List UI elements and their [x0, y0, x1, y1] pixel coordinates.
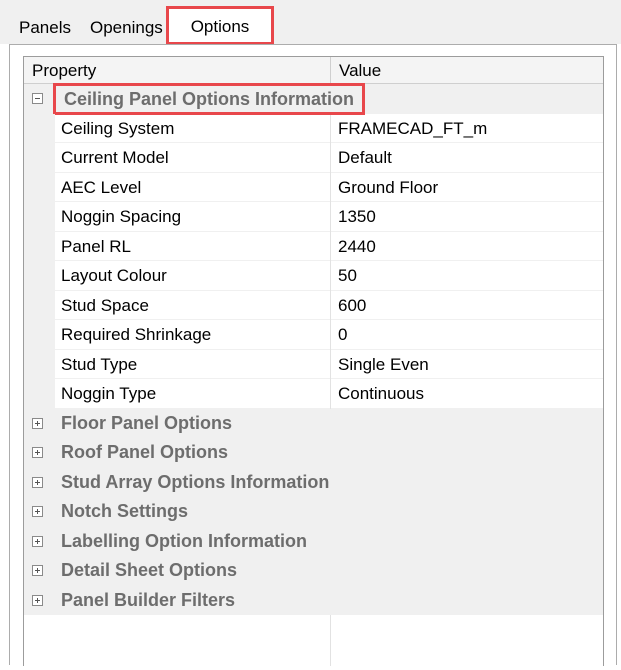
property-row-current-model[interactable]: Current Model Default — [24, 143, 603, 173]
property-name: Stud Space — [55, 291, 330, 320]
property-value[interactable]: 50 — [331, 261, 603, 291]
tab-panels[interactable]: Panels — [14, 13, 76, 42]
property-value[interactable]: 1350 — [331, 202, 603, 232]
property-row-layout-colour[interactable]: Layout Colour 50 — [24, 261, 603, 291]
category-labelling-option[interactable]: Labelling Option Information — [24, 526, 603, 556]
property-name: Panel RL — [55, 232, 330, 261]
property-row-stud-space[interactable]: Stud Space 600 — [24, 290, 603, 320]
row-gutter — [24, 172, 55, 202]
category-ceiling-panel-options[interactable]: Ceiling Panel Options Information — [24, 83, 603, 115]
property-name: Noggin Type — [55, 379, 330, 409]
category-title: Detail Sheet Options — [61, 560, 238, 580]
row-gutter — [24, 290, 55, 320]
property-value[interactable]: Continuous — [331, 379, 603, 409]
property-value[interactable]: Single Even — [331, 350, 603, 379]
property-grid: Property Value Ceiling Panel Options Inf… — [23, 56, 604, 666]
property-column-header[interactable]: Property — [32, 61, 96, 81]
category-roof-panel-options[interactable]: Roof Panel Options — [24, 438, 603, 468]
category-title: Notch Settings — [61, 501, 189, 521]
category-title: Panel Builder Filters — [61, 589, 236, 610]
property-name: Stud Type — [55, 350, 330, 379]
property-row-required-shrinkage[interactable]: Required Shrinkage 0 — [24, 320, 603, 350]
collapse-minus-icon[interactable] — [32, 93, 43, 104]
header-column-splitter[interactable] — [330, 57, 331, 84]
tab-strip: Panels Openings Options — [0, 0, 621, 45]
category-notch-settings[interactable]: Notch Settings — [24, 497, 603, 527]
property-name: Noggin Spacing — [55, 202, 330, 232]
property-value[interactable]: 0 — [331, 320, 603, 350]
property-name: AEC Level — [55, 173, 330, 202]
category-title: Floor Panel Options — [61, 412, 233, 433]
property-value[interactable]: 600 — [331, 291, 603, 320]
category-title: Roof Panel Options — [61, 442, 229, 462]
category-stud-array-options[interactable]: Stud Array Options Information — [24, 467, 603, 497]
category-title: Ceiling Panel Options Information — [53, 83, 366, 115]
row-gutter — [24, 202, 55, 232]
category-floor-panel-options[interactable]: Floor Panel Options — [24, 408, 603, 438]
grid-header: Property Value — [24, 57, 603, 84]
property-row-aec-level[interactable]: AEC Level Ground Floor — [24, 172, 603, 202]
grid-empty-area — [24, 640, 603, 670]
category-detail-sheet-options[interactable]: Detail Sheet Options — [24, 556, 603, 586]
property-value[interactable]: Ground Floor — [331, 173, 603, 202]
property-value[interactable]: 2440 — [331, 232, 603, 261]
tab-openings[interactable]: Openings — [85, 13, 168, 42]
category-panel-builder-filters[interactable]: Panel Builder Filters — [24, 585, 603, 615]
expand-plus-icon[interactable] — [32, 565, 43, 576]
row-gutter — [24, 261, 55, 291]
property-row-ceiling-system[interactable]: Ceiling System FRAMECAD_FT_m — [24, 113, 603, 143]
property-name: Current Model — [55, 143, 330, 173]
row-gutter — [24, 349, 55, 379]
property-row-stud-type[interactable]: Stud Type Single Even — [24, 349, 603, 379]
row-gutter — [24, 320, 55, 350]
tab-options[interactable]: Options — [166, 6, 274, 45]
property-value[interactable]: FRAMECAD_FT_m — [331, 114, 603, 143]
value-column-header[interactable]: Value — [339, 61, 381, 81]
category-title: Stud Array Options Information — [61, 471, 330, 492]
row-gutter — [24, 143, 55, 173]
expand-plus-icon[interactable] — [32, 594, 43, 606]
options-tab-panel: Property Value Ceiling Panel Options Inf… — [9, 44, 617, 666]
row-gutter — [24, 231, 55, 261]
property-row-noggin-type[interactable]: Noggin Type Continuous — [24, 379, 603, 409]
property-row-panel-rl[interactable]: Panel RL 2440 — [24, 231, 603, 261]
expand-plus-icon[interactable] — [32, 447, 43, 458]
property-name: Required Shrinkage — [55, 320, 330, 350]
property-value[interactable]: Default — [331, 143, 603, 173]
category-title: Labelling Option Information — [61, 530, 307, 551]
row-gutter — [24, 113, 55, 143]
expand-plus-icon[interactable] — [32, 506, 43, 517]
expand-plus-icon[interactable] — [32, 476, 43, 488]
property-row-noggin-spacing[interactable]: Noggin Spacing 1350 — [24, 202, 603, 232]
property-name: Layout Colour — [55, 261, 330, 291]
expand-plus-icon[interactable] — [32, 535, 43, 547]
expand-plus-icon[interactable] — [32, 417, 43, 429]
property-name: Ceiling System — [55, 114, 330, 143]
row-gutter — [24, 379, 55, 409]
